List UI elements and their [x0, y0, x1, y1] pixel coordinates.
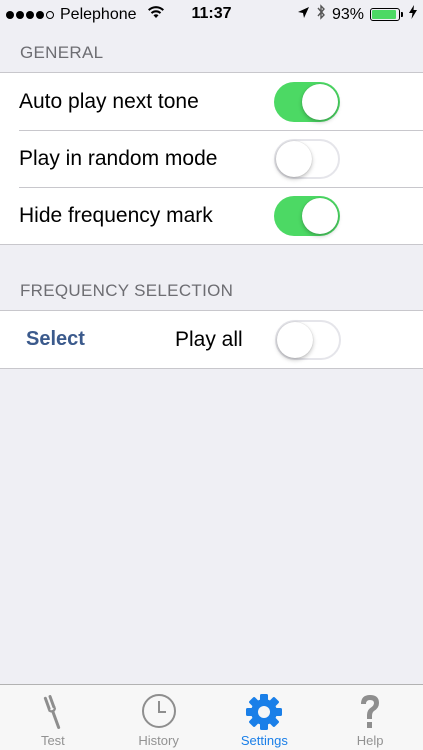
battery-tip — [401, 12, 403, 17]
tab-history[interactable]: History — [106, 685, 212, 750]
setting-row-random-mode: Play in random mode — [0, 130, 423, 187]
frequency-settings-group: Select Play all — [0, 310, 423, 369]
status-right: 93% — [297, 4, 417, 25]
toggle-knob — [277, 321, 313, 358]
hide-frequency-toggle[interactable] — [274, 195, 340, 236]
tab-label: History — [138, 733, 179, 748]
random-mode-toggle[interactable] — [274, 138, 340, 179]
clock-icon — [139, 692, 179, 732]
tuning-fork-icon — [33, 692, 73, 732]
battery-fill — [372, 10, 397, 19]
tab-bar: Test History Settings Help — [0, 684, 423, 750]
battery-body — [370, 8, 400, 21]
toggle-knob — [302, 83, 338, 120]
battery-percent: 93% — [331, 5, 364, 23]
bluetooth-icon — [316, 4, 326, 25]
tab-label: Settings — [240, 733, 288, 748]
auto-play-toggle[interactable] — [274, 81, 340, 122]
battery-icon — [370, 8, 403, 21]
setting-row-auto-play: Auto play next tone — [0, 73, 423, 130]
toggle-knob — [302, 197, 338, 234]
setting-row-hide-frequency: Hide frequency mark — [0, 187, 423, 244]
setting-label: Hide frequency mark — [19, 203, 213, 227]
toggle-knob — [276, 140, 312, 177]
frequency-selection-row: Select Play all — [0, 311, 423, 368]
play-all-label: Play all — [175, 327, 243, 351]
status-bar: Pelephone 11:37 93% — [0, 0, 423, 28]
setting-label: Auto play next tone — [19, 89, 199, 113]
location-arrow-icon — [297, 6, 310, 24]
tab-test[interactable]: Test — [0, 685, 106, 750]
gear-icon — [244, 692, 284, 732]
tab-help[interactable]: Help — [317, 685, 423, 750]
tab-label: Test — [40, 733, 65, 748]
charging-bolt-icon — [409, 5, 417, 24]
select-button[interactable]: Select — [26, 328, 85, 351]
tab-settings[interactable]: Settings — [212, 685, 318, 750]
tab-label: Help — [356, 733, 384, 748]
frequency-section-header: FREQUENCY SELECTION — [20, 281, 234, 300]
setting-label: Play in random mode — [19, 146, 218, 170]
question-mark-icon — [350, 692, 390, 732]
general-settings-group: Auto play next tone Play in random mode … — [0, 72, 423, 245]
general-section-header: GENERAL — [20, 43, 104, 62]
play-all-toggle[interactable] — [275, 319, 341, 360]
